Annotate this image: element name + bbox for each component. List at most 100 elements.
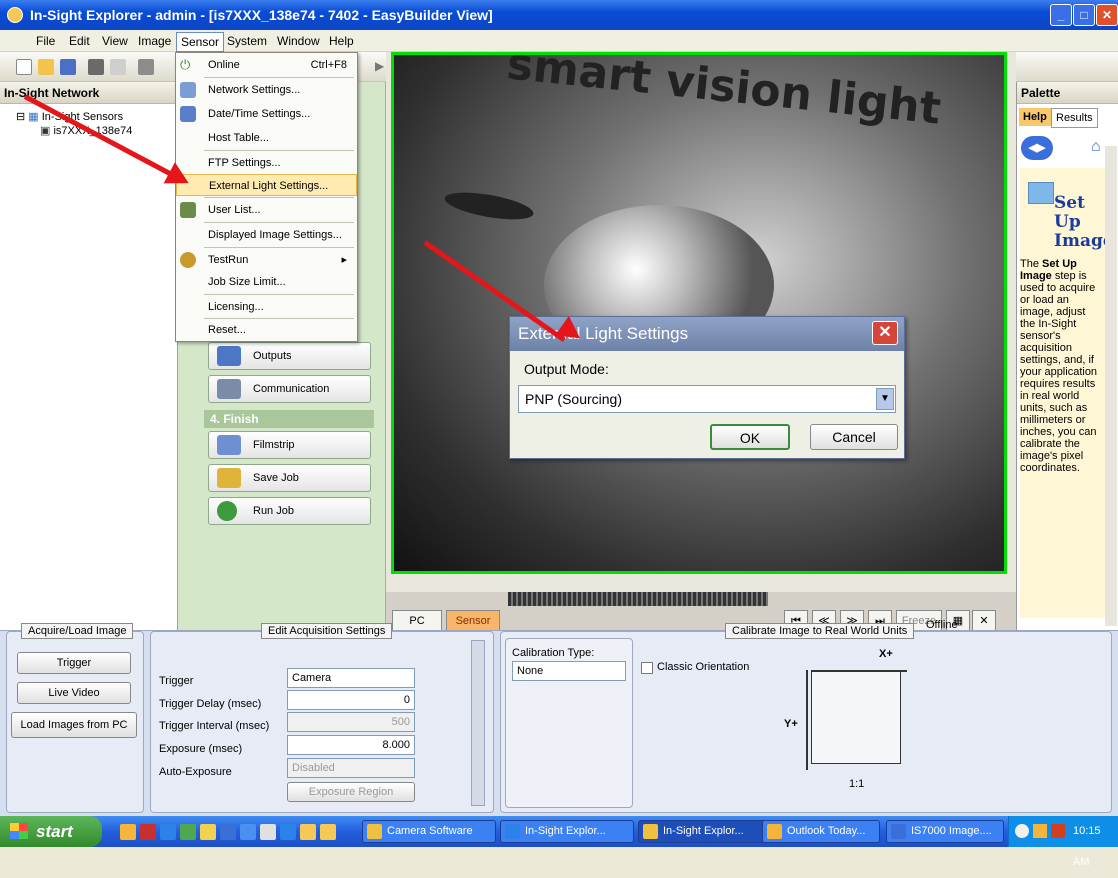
menu-item-network-settings[interactable]: Network Settings... [176,79,357,101]
trigger-button[interactable]: Trigger [17,652,131,674]
sensor-tab[interactable]: Sensor [446,610,500,632]
app-quick-icon[interactable] [140,824,156,840]
menu-item-job-size-limit[interactable]: Job Size Limit... [176,271,357,293]
calibration-type-select[interactable]: None [512,661,626,681]
menu-item-ftp-settings[interactable]: FTP Settings... [176,152,357,174]
task-camera-software[interactable]: Camera Software [362,820,496,843]
tab-help[interactable]: Help [1019,108,1051,126]
y-axis-line [806,670,808,770]
menu-item-displayed-image-settings[interactable]: Displayed Image Settings... [176,224,357,246]
tree-root[interactable]: ⊟ ▦ In-Sight Sensors [16,110,177,124]
trigger-interval-label: Trigger Interval (msec) [159,720,270,732]
outputs-icon [217,346,241,366]
menu-item-reset[interactable]: Reset... [176,319,357,341]
live-video-button[interactable]: Live Video [17,682,131,704]
taskbar: start Camera Software In-Sight Explor...… [0,816,1118,868]
menu-item-label: TestRun [208,254,249,266]
dialog-close-button[interactable]: ✕ [872,321,898,345]
camera-image[interactable]: smart vision light [391,52,1007,574]
task-outlook-today[interactable]: Outlook Today... [762,820,880,843]
maximize-button[interactable]: □ [1073,4,1095,26]
menu-window[interactable]: Window [277,34,320,48]
folder-icon [367,824,382,839]
ok-button[interactable]: OK [710,424,790,450]
menu-view[interactable]: View [102,34,128,48]
menu-item-datetime-settings[interactable]: Date/Time Settings... [176,103,357,125]
start-button[interactable]: start [0,816,102,847]
open-icon[interactable] [38,59,54,75]
output-mode-select[interactable]: PNP (Sourcing) [518,385,896,413]
task-insight-explorer-1[interactable]: In-Sight Explor... [500,820,634,843]
save-job-button[interactable]: Save Job [208,464,371,492]
finish-header: 4. Finish [204,410,374,428]
minimize-button[interactable]: _ [1050,4,1072,26]
new-icon[interactable] [16,59,32,75]
menu-item-host-table[interactable]: Host Table... [176,127,357,149]
tray-app-icon[interactable] [1051,824,1065,838]
trigger-delay-field[interactable]: 0 [287,690,415,710]
acquire-group: Acquire/Load Image Trigger Live Video Lo… [6,623,144,813]
run-job-button[interactable]: Run Job [208,497,371,525]
print-icon[interactable] [88,59,104,75]
menu-item-label: FTP Settings... [208,157,281,169]
save-icon[interactable] [60,59,76,75]
auto-exposure-label: Auto-Exposure [159,766,232,778]
help-text-post: step is used to acquire or load an image… [1020,270,1098,474]
cancel-button[interactable]: Cancel [810,424,898,450]
menu-sensor[interactable]: Sensor [176,32,225,52]
menu-item-user-list[interactable]: User List... [176,199,357,221]
menu-bar: File Edit View Image Sensor System Windo… [0,30,1118,52]
settings-scrollbar[interactable] [471,640,485,806]
x-axis-line [811,670,907,672]
excel-quick-icon[interactable] [180,824,196,840]
pc-tab[interactable]: PC [392,610,442,632]
cut-icon[interactable] [138,59,154,75]
communication-button[interactable]: Communication [208,375,371,403]
ie-quick-icon[interactable] [160,824,176,840]
tray-outlook-icon[interactable] [1033,824,1047,838]
exposure-field[interactable]: 8.000 [287,735,415,755]
menu-help[interactable]: Help [329,34,354,48]
folder-quick-icon[interactable] [200,824,216,840]
browser-quick-icon[interactable] [280,824,296,840]
home-icon[interactable]: ⌂ [1091,138,1101,156]
tab-results[interactable]: Results [1051,108,1098,128]
close-button[interactable]: ✕ [1096,4,1118,26]
classic-orientation-checkbox[interactable] [641,662,653,674]
menu-item-online[interactable]: ⏻ Online Ctrl+F8 [176,54,357,76]
media-quick-icon[interactable] [240,824,256,840]
acquisition-settings-group: Edit Acquisition Settings Trigger Camera… [150,623,494,813]
calibrate-group: Calibrate Image to Real World Units Cali… [500,623,1112,813]
insight-quick-icon[interactable] [300,824,316,840]
communication-icon [217,379,241,399]
print-preview-icon[interactable] [110,59,126,75]
outputs-button[interactable]: Outputs [208,342,371,370]
menu-system[interactable]: System [227,34,267,48]
menu-edit[interactable]: Edit [69,34,90,48]
outlook-quick-icon[interactable] [120,824,136,840]
load-images-button[interactable]: Load Images from PC [11,712,137,738]
menu-item-licensing[interactable]: Licensing... [176,296,357,318]
clear-frames-icon[interactable]: ✕ [972,610,996,632]
menu-file[interactable]: File [36,34,55,48]
filmstrip-button[interactable]: Filmstrip [208,431,371,459]
filmstrip-bar[interactable] [508,592,768,606]
dropdown-arrow-icon[interactable]: ▼ [876,388,894,410]
palette-scrollbar[interactable] [1105,146,1117,626]
task-insight-explorer-2[interactable]: In-Sight Explor... [638,820,772,843]
calibration-type-box: Calibration Type: None [505,638,633,808]
back-forward-icon[interactable]: ◀▶ [1021,136,1053,160]
tray-arrow-icon[interactable] [1015,824,1029,838]
menu-item-external-light-settings[interactable]: External Light Settings... [176,174,357,196]
insight2-quick-icon[interactable] [320,824,336,840]
word-quick-icon[interactable] [220,824,236,840]
menu-item-testrun[interactable]: TestRun ▸ [176,249,357,271]
filmstrip-label: Filmstrip [253,439,295,451]
network-pane-header: In-Sight Network [0,82,177,104]
menu-item-label: Online [208,59,240,71]
task-is7000-image[interactable]: IS7000 Image.... [886,820,1004,843]
exposure-label: Exposure (msec) [159,743,243,755]
trigger-select[interactable]: Camera [287,668,415,688]
notepad-quick-icon[interactable] [260,824,276,840]
menu-image[interactable]: Image [138,34,171,48]
